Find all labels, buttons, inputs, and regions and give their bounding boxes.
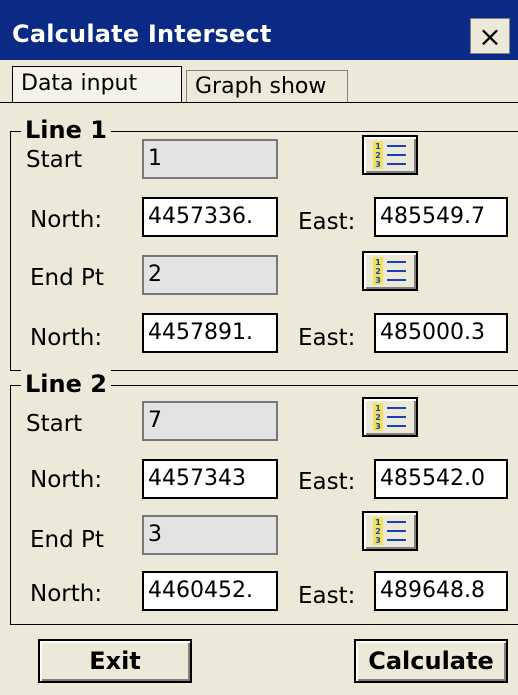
line2-north-field[interactable]: 4457343 [142,459,278,499]
close-button[interactable]: × [470,18,510,54]
svg-text:2: 2 [375,267,381,276]
line2-start-list-button[interactable]: 1 2 3 [362,397,418,437]
line2-north2-label: North: [30,581,103,607]
svg-text:1: 1 [375,518,381,527]
calculate-button-label: Calculate [368,647,494,675]
tab-graph-show-label: Graph show [195,74,327,99]
tab-data-input-label: Data input [21,71,138,96]
svg-text:3: 3 [375,276,381,285]
line2-east2-field[interactable]: 489648.8 [374,571,508,611]
line2-endpt-label: End Pt [30,527,104,553]
svg-text:3: 3 [375,160,381,169]
window-title: Calculate Intersect [12,20,272,48]
line2-endpt-field[interactable]: 3 [142,515,278,555]
calculate-button[interactable]: Calculate [354,639,508,683]
line1-east-field[interactable]: 485549.7 [374,197,508,237]
line1-endpt-field[interactable]: 2 [142,255,278,295]
line1-start-list-button[interactable]: 1 2 3 [362,135,418,175]
line1-north-field[interactable]: 4457336. [142,197,278,237]
line2-group-label: Line 2 [21,370,111,398]
line2-east-label: East: [298,469,356,495]
line2-east-field[interactable]: 485542.0 [374,459,508,499]
line2-east2-label: East: [298,583,356,609]
data-input-panel: Line 1 Start 1 1 2 3 North: 4457336. Eas… [0,102,518,695]
close-icon: × [478,19,502,53]
exit-button[interactable]: Exit [38,639,192,683]
line2-north-label: North: [30,467,103,493]
line1-start-label: Start [26,147,83,173]
line1-north2-field[interactable]: 4457891. [142,313,278,353]
tab-data-input[interactable]: Data input [12,66,182,106]
svg-text:2: 2 [375,527,381,536]
line2-start-label: Start [26,411,83,437]
tab-graph-show[interactable]: Graph show [186,70,348,104]
svg-text:1: 1 [375,142,381,151]
svg-text:2: 2 [375,413,381,422]
line1-east-label: East: [298,209,356,235]
line1-group-label: Line 1 [21,116,111,144]
line1-north2-label: North: [30,325,103,351]
numbered-list-icon: 1 2 3 [373,141,406,169]
numbered-list-icon: 1 2 3 [373,257,406,285]
svg-text:3: 3 [375,536,381,545]
line2-endpt-list-button[interactable]: 1 2 3 [362,511,418,551]
line1-endpt-list-button[interactable]: 1 2 3 [362,251,418,291]
svg-text:2: 2 [375,151,381,160]
line1-east2-field[interactable]: 485000.3 [374,313,508,353]
exit-button-label: Exit [89,647,141,675]
line1-east2-label: East: [298,325,356,351]
numbered-list-icon: 1 2 3 [373,403,406,431]
line1-start-field[interactable]: 1 [142,139,278,179]
line2-start-field[interactable]: 7 [142,401,278,441]
line2-north2-field[interactable]: 4460452. [142,571,278,611]
svg-text:1: 1 [375,258,381,267]
svg-text:1: 1 [375,404,381,413]
calculate-intersect-window: Calculate Intersect × Data input Graph s… [0,0,518,695]
numbered-list-icon: 1 2 3 [373,517,406,545]
line1-endpt-label: End Pt [30,265,104,291]
svg-text:3: 3 [375,422,381,431]
line1-north-label: North: [30,207,103,233]
title-bar: Calculate Intersect × [0,0,518,60]
